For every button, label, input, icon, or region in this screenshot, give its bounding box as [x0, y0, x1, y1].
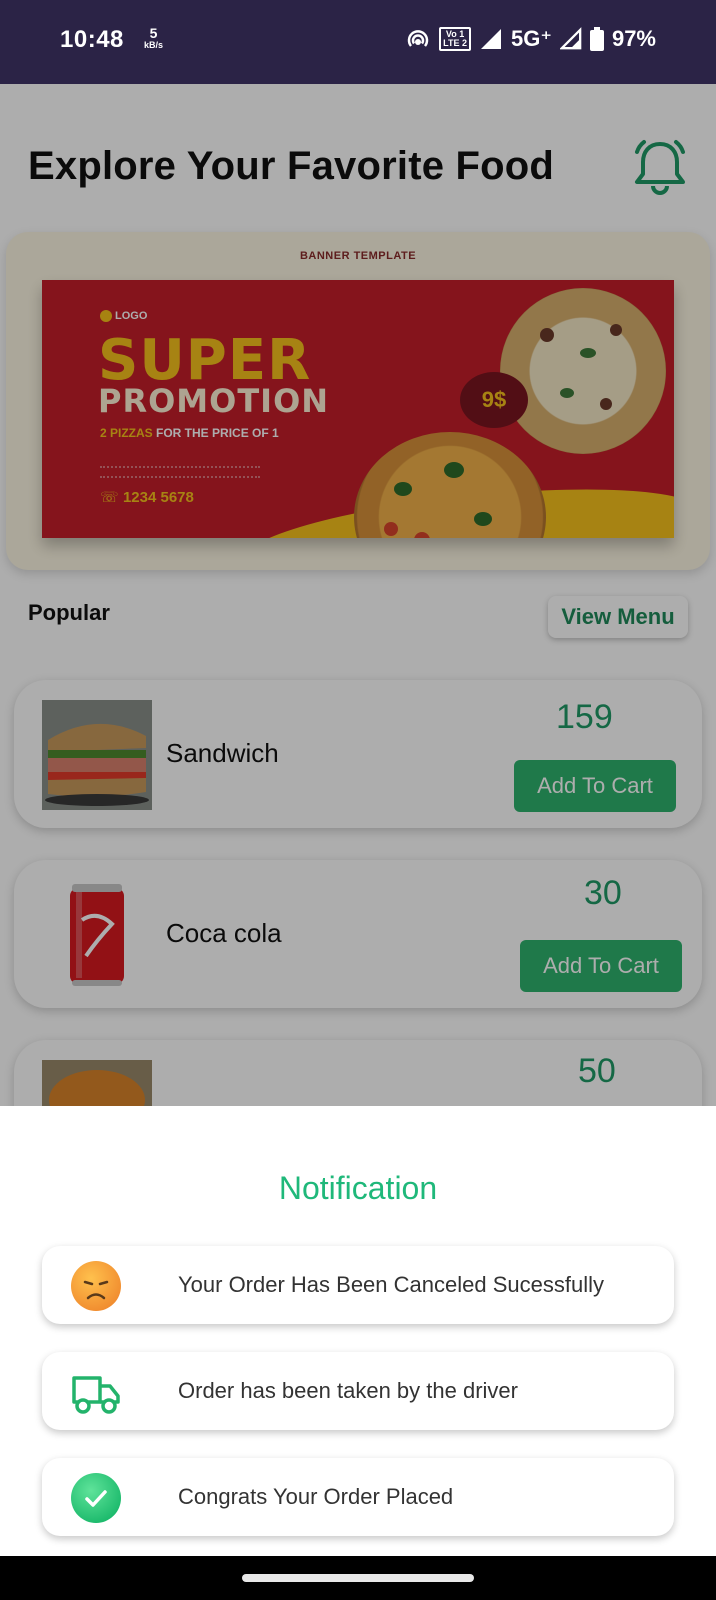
network-speed: 5 kB/s	[144, 25, 164, 50]
home-gesture-handle[interactable]	[242, 1574, 474, 1582]
signal-icon	[480, 29, 501, 49]
modal-scrim[interactable]	[0, 84, 716, 1106]
notification-bottom-sheet: Notification Your Order Has Been Cancele…	[0, 1106, 716, 1556]
notification-text: Congrats Your Order Placed	[178, 1484, 454, 1509]
notification-text: Your Order Has Been Canceled Sucessfully	[178, 1272, 604, 1297]
status-icons: Vo 1 LTE 2 5G⁺ 97%	[405, 26, 656, 52]
notification-item[interactable]: Order has been taken by the driver	[42, 1352, 674, 1430]
signal-icon-2	[559, 27, 582, 50]
hotspot-icon	[407, 30, 429, 47]
network-speed-unit: kB/s	[144, 40, 164, 50]
notification-item[interactable]: Congrats Your Order Placed	[42, 1458, 674, 1536]
battery-icon	[589, 27, 604, 51]
status-time: 10:48	[60, 26, 124, 53]
status-bar: 10:48 5 kB/s Vo 1 LTE 2 5G⁺ 97%	[0, 0, 716, 84]
volte-icon: Vo 1 LTE 2	[439, 27, 471, 51]
volte-bottom: LTE 2	[443, 38, 467, 48]
battery-level: 97%	[611, 26, 656, 51]
notification-item[interactable]: Your Order Has Been Canceled Sucessfully	[42, 1246, 674, 1324]
delivery-truck-icon	[72, 1376, 120, 1414]
sheet-title: Notification	[278, 1170, 438, 1206]
system-nav-bar	[0, 1556, 716, 1600]
check-circle-icon	[71, 1473, 121, 1523]
network-speed-value: 5	[149, 25, 158, 41]
notification-text: Order has been taken by the driver	[178, 1378, 518, 1403]
network-type: 5G⁺	[510, 26, 552, 51]
sad-face-icon	[71, 1261, 121, 1311]
